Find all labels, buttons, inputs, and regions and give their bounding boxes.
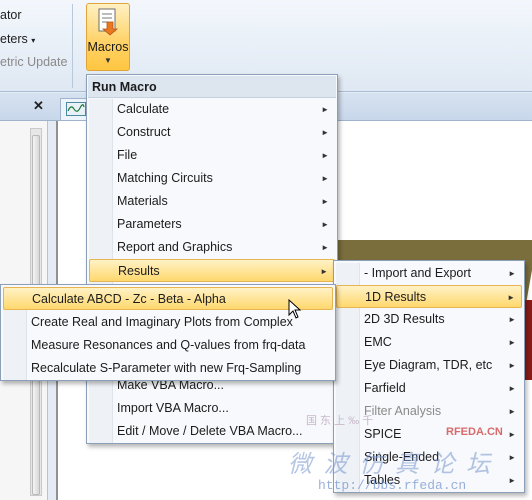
menu-item-results[interactable]: Results ► xyxy=(89,259,335,282)
menu-item-matching-circuits[interactable]: Matching Circuits ► xyxy=(89,167,335,190)
chevron-right-icon: ► xyxy=(508,407,516,416)
chevron-right-icon: ► xyxy=(321,128,329,137)
chevron-right-icon: ► xyxy=(321,243,329,252)
run-macro-menu: Run Macro Calculate ► Construct ► File ► Ma… xyxy=(86,74,338,444)
chevron-right-icon: ► xyxy=(321,105,329,114)
menu-item-spice[interactable]: SPICE ► xyxy=(336,423,522,446)
menu-item-eye-diagram[interactable]: Eye Diagram, TDR, etc ► xyxy=(336,354,522,377)
menu-item-calculate-abcd[interactable]: Calculate ABCD - Zc - Beta - Alpha xyxy=(3,287,333,310)
ribbon-item-simulator[interactable]: ator xyxy=(0,8,22,22)
close-icon[interactable]: ✕ xyxy=(33,98,44,114)
menu-item-materials[interactable]: Materials ► xyxy=(89,190,335,213)
chevron-down-icon: ▼ xyxy=(104,56,112,65)
chevron-right-icon: ► xyxy=(321,197,329,206)
1d-results-submenu: Calculate ABCD - Zc - Beta - Alpha Creat… xyxy=(0,284,336,381)
menu-item-import-vba-macro[interactable]: Import VBA Macro... xyxy=(89,397,335,420)
chevron-right-icon: ► xyxy=(508,430,516,439)
chevron-down-icon: ▾ xyxy=(31,36,36,45)
ribbon-item-parameters[interactable]: eters ▾ xyxy=(0,32,35,46)
menu-item-tables[interactable]: Tables ► xyxy=(336,469,522,492)
menu-item-single-ended[interactable]: Single-Ended ► xyxy=(336,446,522,469)
chevron-right-icon: ► xyxy=(508,315,516,324)
menu-item-file[interactable]: File ► xyxy=(89,144,335,167)
menu-item-import-and-export[interactable]: - Import and Export ► xyxy=(336,262,522,285)
results-submenu: - Import and Export ► 1D Results ► 2D 3D R… xyxy=(333,260,525,493)
menu-item-filter-analysis: Filter Analysis ► xyxy=(336,400,522,423)
chevron-right-icon: ► xyxy=(508,338,516,347)
menu-item-parameters[interactable]: Parameters ► xyxy=(89,213,335,236)
chevron-right-icon: ► xyxy=(321,151,329,160)
chevron-right-icon: ► xyxy=(320,267,328,276)
macro-script-icon xyxy=(98,8,119,36)
macros-label: Macros xyxy=(87,40,129,54)
menu-item-edit-move-delete-vba-macro[interactable]: Edit / Move / Delete VBA Macro... xyxy=(89,420,335,443)
ribbon-item-parametric-update: etric Update xyxy=(0,55,68,69)
chevron-right-icon: ► xyxy=(508,361,516,370)
chevron-right-icon: ► xyxy=(508,384,516,393)
menu-item-construct[interactable]: Construct ► xyxy=(89,121,335,144)
menu-item-calculate[interactable]: Calculate ► xyxy=(89,98,335,121)
macros-button[interactable]: Macros ▼ xyxy=(86,3,130,71)
menu-header: Run Macro xyxy=(88,76,336,98)
chevron-right-icon: ► xyxy=(508,269,516,278)
menu-item-report-and-graphics[interactable]: Report and Graphics ► xyxy=(89,236,335,259)
menu-item-2d-3d-results[interactable]: 2D 3D Results ► xyxy=(336,308,522,331)
menu-item-measure-resonances[interactable]: Measure Resonances and Q-values from frq… xyxy=(3,334,333,357)
chevron-right-icon: ► xyxy=(508,453,516,462)
ribbon-separator xyxy=(72,4,73,88)
chevron-right-icon: ► xyxy=(508,476,516,485)
chevron-right-icon: ► xyxy=(507,293,515,302)
menu-item-1d-results[interactable]: 1D Results ► xyxy=(336,285,522,308)
mouse-cursor-icon xyxy=(288,299,302,319)
menu-item-emc[interactable]: EMC ► xyxy=(336,331,522,354)
chevron-right-icon: ► xyxy=(321,220,329,229)
waveform-icon xyxy=(66,102,86,116)
menu-item-recalculate-s-parameter[interactable]: Recalculate S-Parameter with new Frq-Sam… xyxy=(3,357,333,380)
chevron-right-icon: ► xyxy=(321,174,329,183)
menu-item-farfield[interactable]: Farfield ► xyxy=(336,377,522,400)
menu-item-create-real-imaginary-plots[interactable]: Create Real and Imaginary Plots from Com… xyxy=(3,311,333,334)
